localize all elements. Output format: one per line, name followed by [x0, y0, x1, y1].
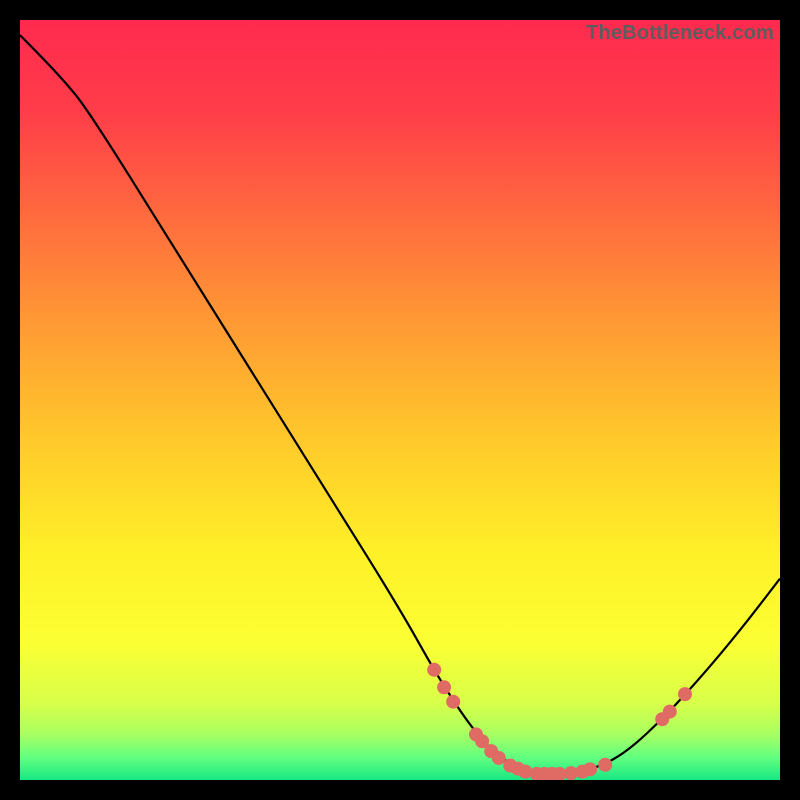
- bottleneck-curve-chart: [20, 20, 780, 780]
- gradient-background: [20, 20, 780, 780]
- chart-frame: TheBottleneck.com: [20, 20, 780, 780]
- curve-marker: [427, 663, 441, 677]
- curve-marker: [663, 705, 677, 719]
- curve-marker: [437, 680, 451, 694]
- curve-marker: [678, 687, 692, 701]
- curve-marker: [598, 758, 612, 772]
- curve-marker: [492, 751, 506, 765]
- curve-marker: [446, 695, 460, 709]
- curve-marker: [583, 762, 597, 776]
- attribution-label: TheBottleneck.com: [586, 22, 774, 45]
